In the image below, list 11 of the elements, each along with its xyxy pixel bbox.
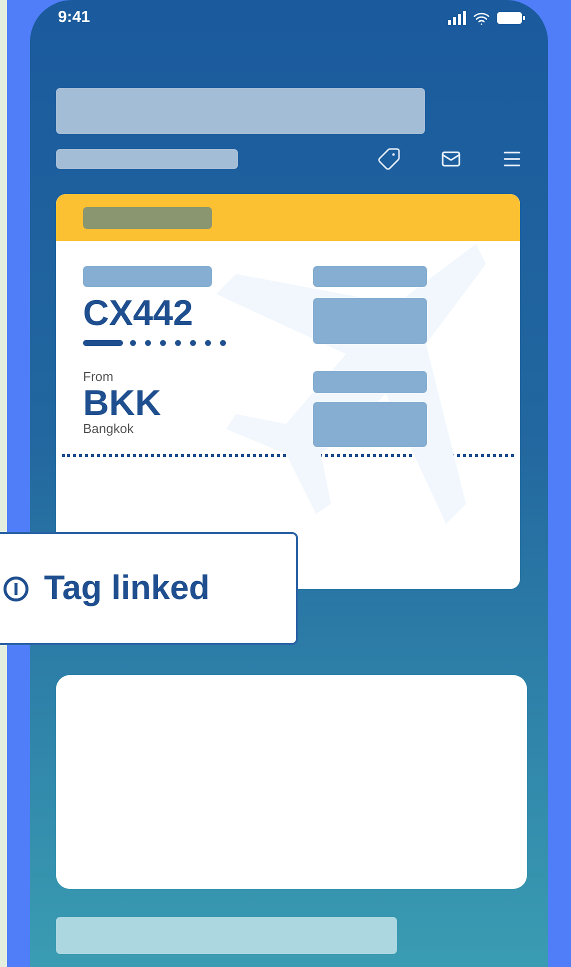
tag-icon[interactable] (377, 147, 401, 171)
origin-city: Bangkok (83, 421, 135, 437)
circle-icon (2, 574, 30, 602)
toast-text: Tag linked (44, 569, 210, 608)
flight-number: CX442 (83, 293, 194, 333)
battery-icon (497, 11, 525, 25)
origin-code: BKK (83, 385, 162, 421)
from-label: From (83, 369, 114, 385)
signal-icon (448, 11, 466, 25)
status-time: 9:41 (58, 9, 90, 27)
mail-icon[interactable] (441, 149, 461, 169)
